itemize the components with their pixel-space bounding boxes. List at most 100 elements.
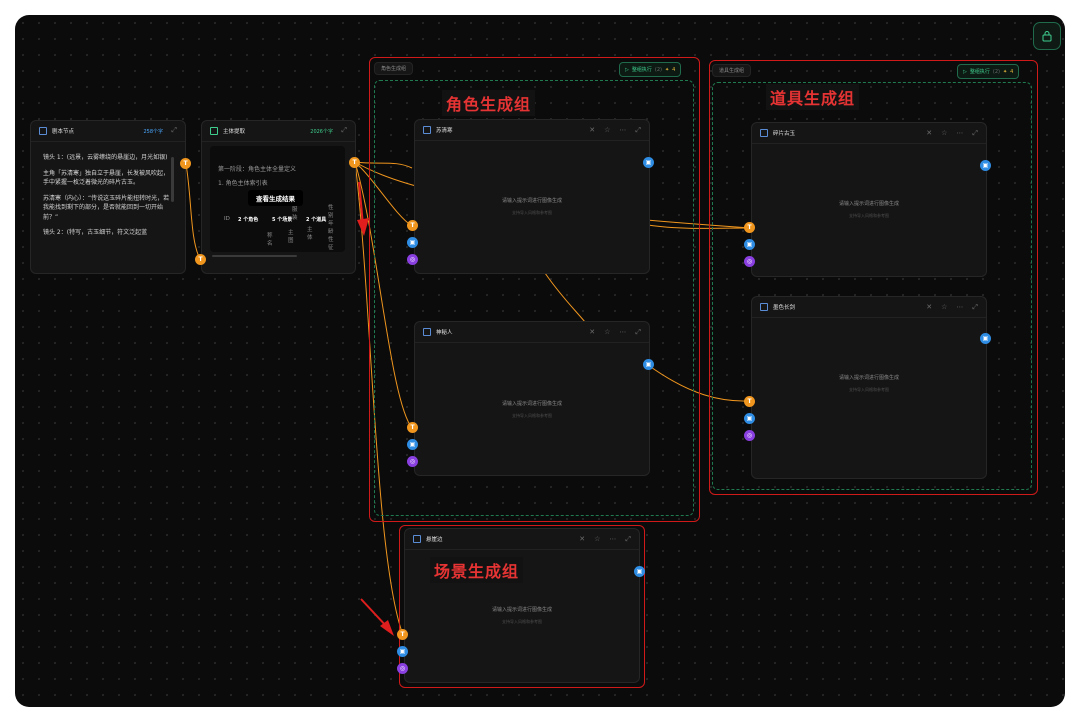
more-icon[interactable]: ⋯	[956, 129, 963, 138]
more-icon[interactable]: ⋯	[609, 535, 616, 544]
script-node[interactable]: 剧本节点 258个字 ⤢ 镜头 1：(远景，云雾缭绕的悬崖边，月光如银) 主角「…	[30, 120, 186, 274]
col-outfit: 服装	[292, 207, 298, 221]
annotation-arrow	[360, 598, 394, 636]
document-icon	[39, 127, 47, 135]
image-input-port[interactable]: ▣	[744, 239, 755, 250]
image-output-port[interactable]: ▣	[634, 566, 645, 577]
close-icon[interactable]: ✕	[926, 303, 932, 312]
image-icon: ▣	[982, 162, 989, 169]
col-main-image: 主图	[288, 230, 294, 244]
star-icon[interactable]: ☆	[941, 129, 947, 138]
col-gender: 性别 年龄 性征	[328, 205, 334, 251]
more-icon[interactable]: ⋯	[619, 328, 626, 337]
prompt-hint: 支持导入风格和参考图	[849, 213, 889, 218]
expand-icon[interactable]: ⤢	[341, 126, 347, 135]
image-node-moseqian[interactable]: 墨色长剑 ✕ ☆ ⋯ ⤢ 请输入提示词进行图像生成 支持导入风格和参考图	[751, 296, 987, 479]
image-input-port[interactable]: ▣	[407, 439, 418, 450]
lock-button[interactable]	[1033, 22, 1061, 50]
prompt-placeholder[interactable]: 请输入提示词进行图像生成	[415, 197, 649, 204]
chip-roles: 2 个角色	[238, 217, 259, 223]
prompt-placeholder[interactable]: 请输入提示词进行图像生成	[405, 606, 639, 613]
close-icon[interactable]: ✕	[589, 126, 595, 135]
extract-output-port[interactable]: T	[349, 157, 360, 168]
image-icon: ▣	[982, 335, 989, 342]
expand-icon[interactable]: ⤢	[635, 126, 641, 135]
image-input-port[interactable]: ▣	[744, 413, 755, 424]
expand-icon[interactable]: ⤢	[972, 303, 978, 312]
node-title: 主体提取	[223, 129, 246, 135]
script-line: 镜头 1：(远景，云雾缭绕的悬崖边，月光如银)	[43, 154, 168, 161]
extract-input-port[interactable]: T	[195, 254, 206, 265]
extract-result-box[interactable]: 第一阶段：角色主体全量定义 1. 角色主体索引表 查看生成结果 ID 2 个角色…	[210, 146, 345, 252]
prop-group-run-button[interactable]: ▷ 整组执行 (2) ✦ 4	[957, 64, 1020, 79]
role-group-run-button[interactable]: ▷ 整组执行 (2) ✦ 4	[619, 62, 682, 77]
expand-icon[interactable]: ⤢	[171, 126, 177, 135]
scrollbar[interactable]	[171, 157, 174, 202]
script-output-port[interactable]: T	[180, 158, 191, 169]
image-icon: ▣	[746, 241, 753, 248]
star-icon[interactable]: ☆	[604, 126, 610, 135]
style-input-port[interactable]: ◎	[407, 456, 418, 467]
image-node-suqinghan[interactable]: 苏清寒 ✕ ☆ ⋯ ⤢ 请输入提示词进行图像生成 支持导入风格和参考图	[414, 119, 650, 274]
style-input-port[interactable]: ◎	[744, 256, 755, 267]
cost-icon: ✦	[664, 66, 670, 73]
extract-heading: 第一阶段：角色主体全量定义	[218, 166, 297, 173]
node-title: 苏清寒	[436, 128, 453, 134]
image-node-xuanyabian[interactable]: 悬崖边 ✕ ☆ ⋯ ⤢ 请输入提示词进行图像生成 支持导入风格和参考图	[404, 528, 640, 683]
close-icon[interactable]: ✕	[579, 535, 585, 544]
script-text[interactable]: 镜头 1：(远景，云雾缭绕的悬崖边，月光如银) 主角「苏清寒」独自立于悬崖，长发…	[43, 153, 171, 244]
word-count: 2026个字	[310, 129, 333, 135]
close-icon[interactable]: ✕	[589, 328, 595, 337]
col-subject: 主体	[307, 227, 313, 241]
more-icon[interactable]: ⋯	[619, 126, 626, 135]
image-icon: ▣	[746, 415, 753, 422]
image-icon	[760, 303, 768, 311]
image-output-port[interactable]: ▣	[980, 333, 991, 344]
image-node-shenmiren[interactable]: 神秘人 ✕ ☆ ⋯ ⤢ 请输入提示词进行图像生成 支持导入风格和参考图	[414, 321, 650, 476]
expand-icon[interactable]: ⤢	[635, 328, 641, 337]
node-title: 碎片古玉	[773, 131, 796, 137]
image-input-port[interactable]: ▣	[407, 237, 418, 248]
node-toolbar: ✕ ☆ ⋯ ⤢	[589, 126, 641, 135]
prompt-placeholder[interactable]: 请输入提示词进行图像生成	[415, 400, 649, 407]
style-input-port[interactable]: ◎	[744, 430, 755, 441]
prompt-placeholder[interactable]: 请输入提示词进行图像生成	[752, 374, 986, 381]
node-toolbar: ✕ ☆ ⋯ ⤢	[926, 303, 978, 312]
extract-node[interactable]: 主体提取 2026个字 ⤢ 第一阶段：角色主体全量定义 1. 角色主体索引表 查…	[201, 120, 356, 274]
node-title: 墨色长剑	[773, 305, 796, 311]
prompt-hint: 支持导入风格和参考图	[512, 413, 552, 418]
chip-props: 2 个道具	[306, 217, 327, 223]
prop-group-label: 道具生成组	[766, 84, 860, 110]
star-icon[interactable]: ☆	[941, 303, 947, 312]
text-input-port[interactable]: T	[407, 422, 418, 433]
node-title: 神秘人	[436, 330, 453, 336]
scene-group-label: 场景生成组	[430, 557, 524, 583]
expand-icon[interactable]: ⤢	[972, 129, 978, 138]
image-input-port[interactable]: ▣	[397, 646, 408, 657]
chip-scenes: 5 个场景	[272, 217, 293, 223]
prompt-placeholder[interactable]: 请输入提示词进行图像生成	[752, 200, 986, 207]
style-input-port[interactable]: ◎	[407, 254, 418, 265]
expand-icon[interactable]: ⤢	[625, 535, 631, 544]
more-icon[interactable]: ⋯	[956, 303, 963, 312]
prompt-hint: 支持导入风格和参考图	[502, 619, 542, 624]
image-output-port[interactable]: ▣	[980, 160, 991, 171]
image-icon: ▣	[636, 568, 643, 575]
text-input-port[interactable]: T	[744, 396, 755, 407]
image-icon: ▣	[645, 361, 652, 368]
text-input-port[interactable]: T	[407, 220, 418, 231]
style-icon: ◎	[746, 432, 753, 439]
star-icon[interactable]: ☆	[604, 328, 610, 337]
horizontal-scrollbar[interactable]	[212, 255, 297, 257]
text-input-port[interactable]: T	[744, 222, 755, 233]
style-icon: ◎	[409, 458, 416, 465]
star-icon[interactable]: ☆	[594, 535, 600, 544]
prompt-hint: 支持导入风格和参考图	[512, 210, 552, 215]
close-icon[interactable]: ✕	[926, 129, 932, 138]
image-output-port[interactable]: ▣	[643, 157, 654, 168]
image-output-port[interactable]: ▣	[643, 359, 654, 370]
image-icon	[760, 129, 768, 137]
style-input-port[interactable]: ◎	[397, 663, 408, 674]
text-input-port[interactable]: T	[397, 629, 408, 640]
image-node-suipian[interactable]: 碎片古玉 ✕ ☆ ⋯ ⤢ 请输入提示词进行图像生成 支持导入风格和参考图	[751, 122, 987, 277]
